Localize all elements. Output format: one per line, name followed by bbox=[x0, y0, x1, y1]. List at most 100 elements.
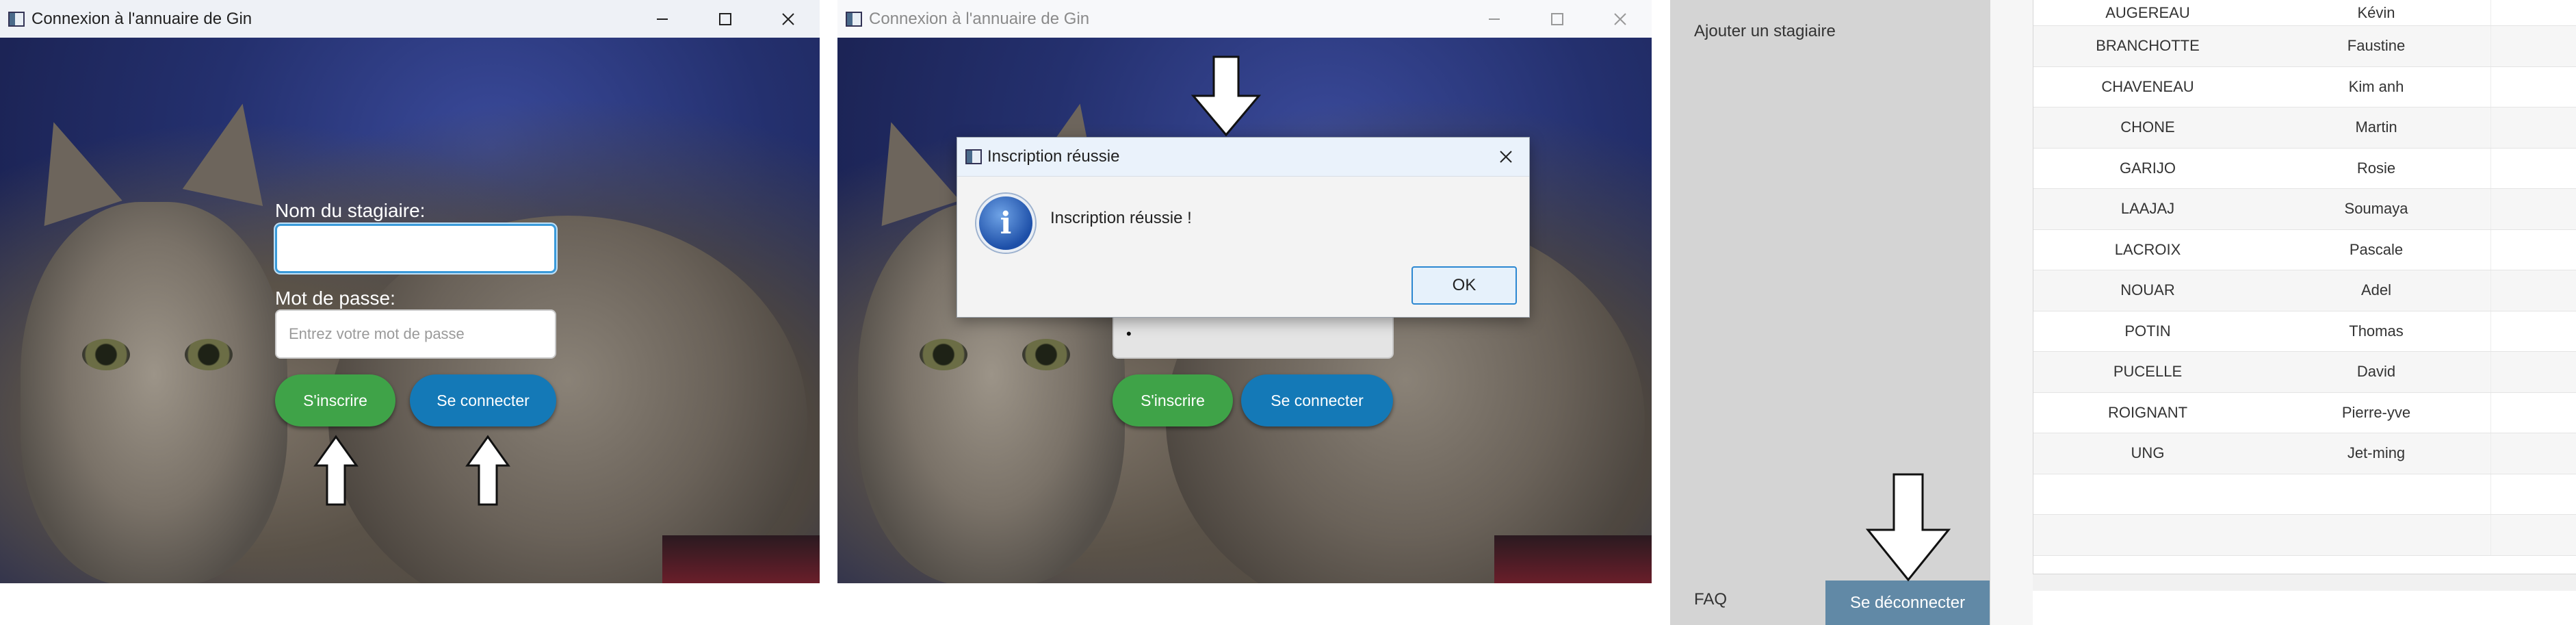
table-scrollbar[interactable] bbox=[2033, 574, 2576, 591]
first-name-cell: Pierre-yve bbox=[2341, 403, 2411, 421]
last-name-cell: UNG bbox=[2131, 444, 2165, 462]
table-row[interactable]: AUGEREAU Kévin bbox=[2033, 0, 2576, 26]
table-row[interactable]: CHONE Martin bbox=[2033, 107, 2576, 149]
password-label: Mot de passe: bbox=[275, 288, 395, 309]
empty-cell bbox=[2490, 0, 2576, 25]
login-button[interactable]: Se connecter bbox=[1241, 374, 1393, 426]
close-button[interactable] bbox=[757, 0, 820, 38]
up-arrow-icon bbox=[465, 435, 510, 506]
register-button[interactable]: S'inscrire bbox=[275, 374, 395, 426]
password-input[interactable]: Entrez votre mot de passe bbox=[275, 309, 556, 359]
empty-cell bbox=[2490, 66, 2576, 107]
title-bar: Connexion à l'annuaire de Gin bbox=[837, 0, 1652, 38]
maximize-button[interactable] bbox=[694, 0, 757, 38]
first-name-cell: Martin bbox=[2355, 118, 2397, 136]
first-name-cell: Faustine bbox=[2347, 37, 2406, 55]
minimize-icon bbox=[1489, 18, 1500, 20]
logout-button[interactable]: Se déconnecter bbox=[1825, 581, 1990, 625]
first-name-cell: Pascale bbox=[2349, 240, 2404, 258]
table-row[interactable]: LAAJAJ Soumaya bbox=[2033, 189, 2576, 230]
title-bar: Connexion à l'annuaire de Gin bbox=[0, 0, 820, 38]
table-row-empty bbox=[2033, 474, 2576, 515]
last-name-cell: ROIGNANT bbox=[2107, 403, 2188, 421]
empty-cell bbox=[2490, 392, 2576, 433]
close-icon bbox=[782, 12, 794, 25]
login-window-1: Connexion à l'annuaire de Gin Nom du sta… bbox=[0, 0, 820, 583]
empty-cell bbox=[2490, 189, 2576, 229]
last-name-cell: LACROIX bbox=[2114, 240, 2181, 258]
maximize-icon bbox=[719, 12, 731, 25]
down-arrow-icon bbox=[1191, 55, 1262, 137]
name-label: Nom du stagiaire: bbox=[275, 200, 426, 221]
last-name-cell: NOUAR bbox=[2120, 281, 2175, 299]
cat-ear bbox=[182, 95, 283, 206]
info-icon: i bbox=[976, 194, 1035, 253]
up-arrow-icon bbox=[313, 435, 359, 506]
table-row[interactable]: POTIN Thomas bbox=[2033, 311, 2576, 352]
empty-cell bbox=[2490, 352, 2576, 392]
down-arrow-icon bbox=[1865, 473, 1951, 582]
maximize-button[interactable] bbox=[1526, 0, 1589, 38]
login-button[interactable]: Se connecter bbox=[410, 374, 556, 426]
empty-cell bbox=[2490, 148, 2576, 188]
last-name-cell: POTIN bbox=[2124, 322, 2171, 340]
close-icon[interactable] bbox=[1498, 149, 1514, 165]
close-button[interactable] bbox=[1589, 0, 1652, 38]
table-row[interactable]: CHAVENEAU Kim anh bbox=[2033, 66, 2576, 107]
table-row[interactable]: ROIGNANT Pierre-yve bbox=[2033, 392, 2576, 433]
app-icon bbox=[846, 11, 862, 27]
table-row[interactable]: GARIJO Rosie bbox=[2033, 148, 2576, 189]
table-row[interactable]: UNG Jet-ming bbox=[2033, 433, 2576, 474]
add-intern-link[interactable]: Ajouter un stagiaire bbox=[1694, 22, 1836, 41]
app-icon bbox=[8, 11, 25, 27]
first-name-cell: Kévin bbox=[2357, 3, 2395, 21]
last-name-cell: GARIJO bbox=[2120, 159, 2176, 177]
first-name-cell: Kim anh bbox=[2348, 77, 2404, 95]
faq-link[interactable]: FAQ bbox=[1694, 590, 1727, 609]
table-row[interactable]: PUCELLE David bbox=[2033, 352, 2576, 393]
close-icon bbox=[1614, 12, 1626, 25]
minimize-icon bbox=[657, 18, 668, 20]
minimize-button[interactable] bbox=[631, 0, 694, 38]
empty-cell bbox=[2490, 229, 2576, 270]
table-row-empty bbox=[2033, 515, 2576, 556]
ok-button[interactable]: OK bbox=[1411, 266, 1517, 305]
password-placeholder: Entrez votre mot de passe bbox=[289, 325, 465, 342]
name-input[interactable] bbox=[275, 224, 556, 273]
table-row[interactable]: LACROIX Pascale bbox=[2033, 229, 2576, 270]
last-name-cell: AUGEREAU bbox=[2105, 3, 2190, 21]
keyboard-image bbox=[1494, 535, 1652, 583]
first-name-cell: Thomas bbox=[2349, 322, 2404, 340]
first-name-cell: Soumaya bbox=[2344, 200, 2408, 218]
window-title: Connexion à l'annuaire de Gin bbox=[31, 9, 252, 28]
last-name-cell: CHAVENEAU bbox=[2101, 77, 2194, 95]
empty-cell bbox=[2490, 107, 2576, 148]
cat-image-face bbox=[21, 202, 287, 583]
maximize-icon bbox=[1551, 12, 1563, 25]
first-name-cell: Adel bbox=[2360, 281, 2392, 299]
window-title: Connexion à l'annuaire de Gin bbox=[869, 9, 1090, 28]
minimize-button[interactable] bbox=[1463, 0, 1526, 38]
keyboard-image bbox=[662, 535, 820, 583]
last-name-cell: LAAJAJ bbox=[2120, 200, 2175, 218]
content-gutter bbox=[1990, 0, 2033, 625]
empty-cell bbox=[2490, 26, 2576, 66]
table-row[interactable]: BRANCHOTTE Faustine bbox=[2033, 26, 2576, 67]
intern-table: AUGEREAU Kévin BRANCHOTTE Faustine CHAVE… bbox=[2033, 0, 2576, 590]
first-name-cell: Rosie bbox=[2356, 159, 2396, 177]
last-name-cell: BRANCHOTTE bbox=[2096, 37, 2200, 55]
last-name-cell: CHONE bbox=[2120, 118, 2175, 136]
empty-cell bbox=[2490, 311, 2576, 351]
empty-cell bbox=[2490, 433, 2576, 474]
dialog-message: Inscription réussie ! bbox=[1050, 209, 1192, 227]
first-name-cell: Jet-ming bbox=[2347, 444, 2406, 462]
app-icon bbox=[965, 149, 982, 164]
empty-cell bbox=[2490, 270, 2576, 311]
register-button[interactable]: S'inscrire bbox=[1113, 374, 1233, 426]
last-name-cell: PUCELLE bbox=[2113, 363, 2183, 381]
first-name-cell: David bbox=[2356, 363, 2396, 381]
dialog-title-bar: Inscription réussie bbox=[957, 138, 1529, 177]
table-row[interactable]: NOUAR Adel bbox=[2033, 270, 2576, 311]
success-dialog: Inscription réussie i Inscription réussi… bbox=[957, 137, 1530, 318]
dialog-title: Inscription réussie bbox=[987, 147, 1120, 166]
